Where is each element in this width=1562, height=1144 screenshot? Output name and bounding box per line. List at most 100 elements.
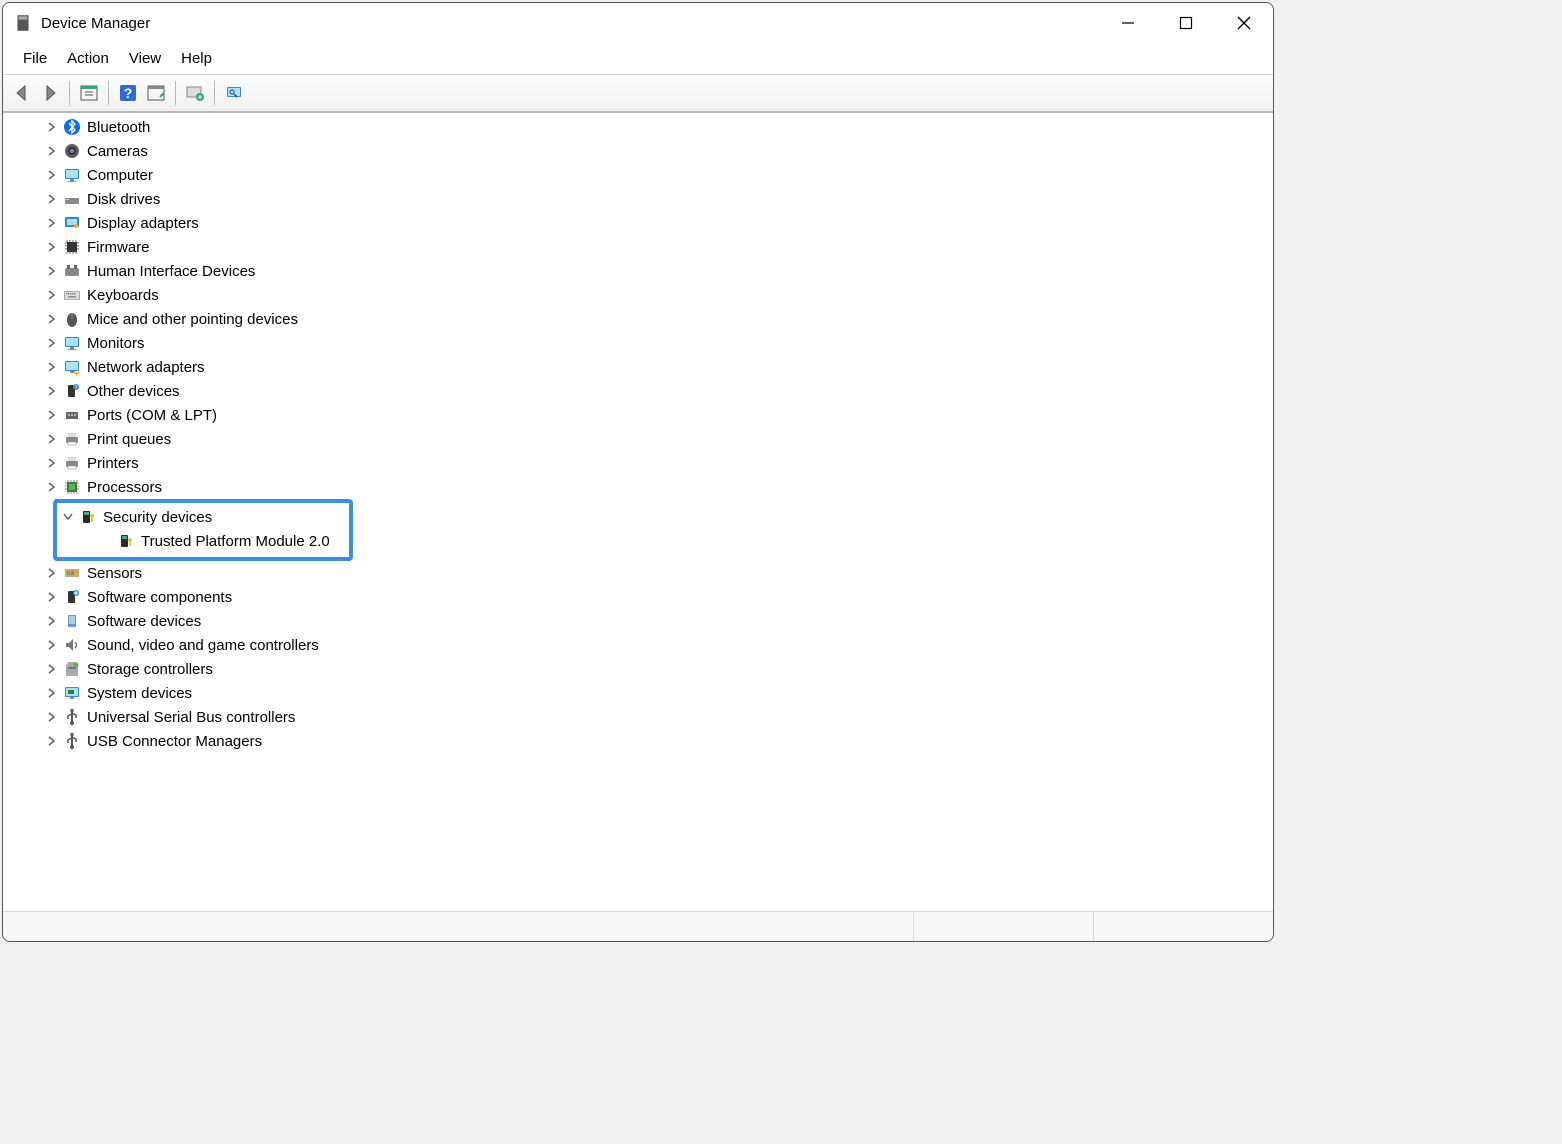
tree-item-label: Disk drives xyxy=(87,191,160,208)
expander-icon[interactable] xyxy=(45,360,59,374)
status-left xyxy=(3,912,913,941)
monitor-icon xyxy=(63,166,81,184)
tree-item[interactable]: Display adapters xyxy=(33,211,1273,235)
minimize-button[interactable] xyxy=(1099,3,1157,43)
tree-item[interactable]: Security devices xyxy=(57,505,345,529)
tree-item-label: Universal Serial Bus controllers xyxy=(87,709,295,726)
app-icon xyxy=(13,13,33,33)
port-icon xyxy=(63,406,81,424)
status-right xyxy=(1093,912,1273,941)
expander-icon[interactable] xyxy=(45,240,59,254)
other-icon xyxy=(63,382,81,400)
tree-item[interactable]: Software devices xyxy=(33,609,1273,633)
tree-item[interactable]: Bluetooth xyxy=(33,115,1273,139)
expander-icon[interactable] xyxy=(45,710,59,724)
expander-icon[interactable] xyxy=(45,566,59,580)
device-manager-window: Device Manager File Action View Help xyxy=(2,2,1274,942)
cpu-icon xyxy=(63,478,81,496)
tree-item-label: Cameras xyxy=(87,143,148,160)
menu-help[interactable]: Help xyxy=(171,46,222,71)
toolbar xyxy=(3,75,1273,113)
tree-item[interactable]: System devices xyxy=(33,681,1273,705)
expander-icon[interactable] xyxy=(45,312,59,326)
expander-icon[interactable] xyxy=(45,432,59,446)
tree-item[interactable]: Ports (COM & LPT) xyxy=(33,403,1273,427)
tree-child-item[interactable]: Trusted Platform Module 2.0 xyxy=(57,529,345,553)
tree-item[interactable]: Printers xyxy=(33,451,1273,475)
expander-icon[interactable] xyxy=(45,384,59,398)
tree-item[interactable]: Print queues xyxy=(33,427,1273,451)
forward-button[interactable] xyxy=(37,80,63,106)
expander-icon[interactable] xyxy=(45,456,59,470)
tree-item[interactable]: Human Interface Devices xyxy=(33,259,1273,283)
expander-icon[interactable] xyxy=(45,408,59,422)
expander-icon[interactable] xyxy=(45,638,59,652)
expander-icon[interactable] xyxy=(61,510,75,524)
tree-item[interactable]: Processors xyxy=(33,475,1273,499)
expander-icon[interactable] xyxy=(45,590,59,604)
back-button[interactable] xyxy=(9,80,35,106)
tree-item[interactable]: Sound, video and game controllers xyxy=(33,633,1273,657)
sw-dev-icon xyxy=(63,612,81,630)
keyboard-icon xyxy=(63,286,81,304)
sound-icon xyxy=(63,636,81,654)
help-icon xyxy=(118,83,138,103)
tree-item[interactable]: Monitors xyxy=(33,331,1273,355)
expander-icon[interactable] xyxy=(45,336,59,350)
tree-item[interactable]: Keyboards xyxy=(33,283,1273,307)
expander-icon[interactable] xyxy=(45,144,59,158)
menu-file[interactable]: File xyxy=(13,46,57,71)
tree-item[interactable]: Universal Serial Bus controllers xyxy=(33,705,1273,729)
add-legacy-hardware-button[interactable] xyxy=(221,80,247,106)
tree-item[interactable]: Network adapters xyxy=(33,355,1273,379)
tree-item-label: Computer xyxy=(87,167,153,184)
menu-action[interactable]: Action xyxy=(57,46,119,71)
tree-item-label: Firmware xyxy=(87,239,150,256)
close-icon xyxy=(1237,16,1251,30)
properties-button[interactable] xyxy=(143,80,169,106)
expander-icon[interactable] xyxy=(45,168,59,182)
tree-item[interactable]: Sensors xyxy=(33,561,1273,585)
monitor-icon xyxy=(63,334,81,352)
expander-icon[interactable] xyxy=(45,216,59,230)
expander-icon[interactable] xyxy=(45,686,59,700)
tree-item-label: Keyboards xyxy=(87,287,159,304)
expander-icon[interactable] xyxy=(45,264,59,278)
device-tree[interactable]: Bluetooth Cameras Computer Disk drives Displ… xyxy=(3,113,1273,911)
tree-item[interactable]: Cameras xyxy=(33,139,1273,163)
hid-icon xyxy=(63,262,81,280)
window-title: Device Manager xyxy=(41,15,150,32)
tree-item-label: Sound, video and game controllers xyxy=(87,637,319,654)
tree-item[interactable]: Storage controllers xyxy=(33,657,1273,681)
scan-hardware-button[interactable] xyxy=(182,80,208,106)
close-button[interactable] xyxy=(1215,3,1273,43)
tree-item[interactable]: Firmware xyxy=(33,235,1273,259)
expander-icon[interactable] xyxy=(45,288,59,302)
expander-icon[interactable] xyxy=(45,734,59,748)
tree-item[interactable]: Disk drives xyxy=(33,187,1273,211)
tree-item-label: Monitors xyxy=(87,335,145,352)
tree-item[interactable]: Mice and other pointing devices xyxy=(33,307,1273,331)
tree-item-label: Mice and other pointing devices xyxy=(87,311,298,328)
expander-icon[interactable] xyxy=(45,614,59,628)
tree-item[interactable]: Software components xyxy=(33,585,1273,609)
help-button[interactable] xyxy=(115,80,141,106)
tree-item[interactable]: Computer xyxy=(33,163,1273,187)
tree-item[interactable]: Other devices xyxy=(33,379,1273,403)
tree-item-label: Bluetooth xyxy=(87,119,150,136)
tree-item-label: System devices xyxy=(87,685,192,702)
expander-icon[interactable] xyxy=(45,480,59,494)
expander-icon[interactable] xyxy=(45,120,59,134)
camera-icon xyxy=(63,142,81,160)
tree-item-label: Other devices xyxy=(87,383,180,400)
maximize-button[interactable] xyxy=(1157,3,1215,43)
expander-icon[interactable] xyxy=(45,192,59,206)
tree-item-label: Print queues xyxy=(87,431,171,448)
network-icon xyxy=(63,358,81,376)
expander-icon[interactable] xyxy=(45,662,59,676)
properties-icon xyxy=(146,83,166,103)
show-hide-console-button[interactable] xyxy=(76,80,102,106)
tree-item-label: Software components xyxy=(87,589,232,606)
tree-item[interactable]: USB Connector Managers xyxy=(33,729,1273,753)
menu-view[interactable]: View xyxy=(119,46,171,71)
